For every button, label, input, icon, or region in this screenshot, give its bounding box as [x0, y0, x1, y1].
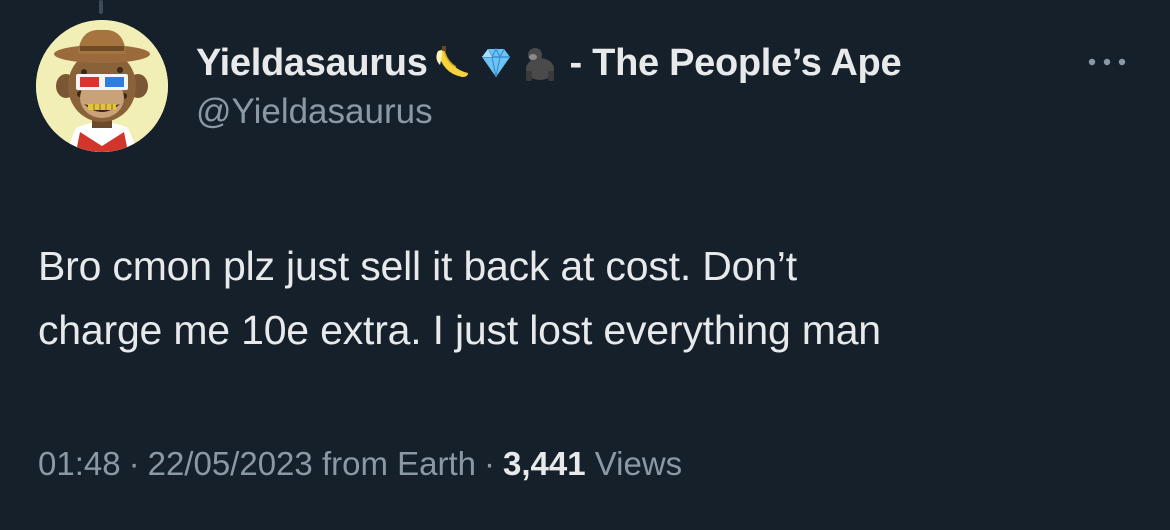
- author-handle[interactable]: @Yieldasaurus: [196, 92, 433, 132]
- author-name-row[interactable]: Yieldasaurus - The People’s Ape: [196, 38, 902, 88]
- tweet-date[interactable]: 22/05/2023: [148, 445, 313, 482]
- avatar[interactable]: [36, 20, 168, 152]
- tweet-text-line: Bro cmon plz just sell it back at cost. …: [38, 243, 797, 289]
- ape-avatar-icon: [36, 20, 168, 152]
- views-count[interactable]: 3,441: [503, 445, 586, 482]
- display-name[interactable]: Yieldasaurus: [196, 42, 428, 85]
- gem-icon: [476, 43, 516, 83]
- tweet-meta: 01:48 · 22/05/2023 from Earth · 3,441 Views: [38, 445, 682, 483]
- tweet-text-line: charge me 10e extra. I just lost everyth…: [38, 307, 881, 353]
- tweet-text: Bro cmon plz just sell it back at cost. …: [38, 234, 1138, 362]
- gorilla-icon: [520, 43, 560, 83]
- more-horizontal-icon[interactable]: [1084, 52, 1130, 72]
- views-label: Views: [594, 445, 683, 482]
- thread-connector-line: [99, 0, 103, 14]
- tweet-time[interactable]: 01:48: [38, 445, 121, 482]
- display-name-suffix: - The People’s Ape: [569, 41, 902, 84]
- meta-separator: ·: [128, 445, 140, 482]
- tweet: Yieldasaurus - The People’s Ape @Yieldas…: [0, 0, 1170, 530]
- meta-separator: ·: [483, 445, 495, 482]
- banana-icon: [432, 43, 472, 83]
- tweet-source: from Earth: [321, 445, 476, 482]
